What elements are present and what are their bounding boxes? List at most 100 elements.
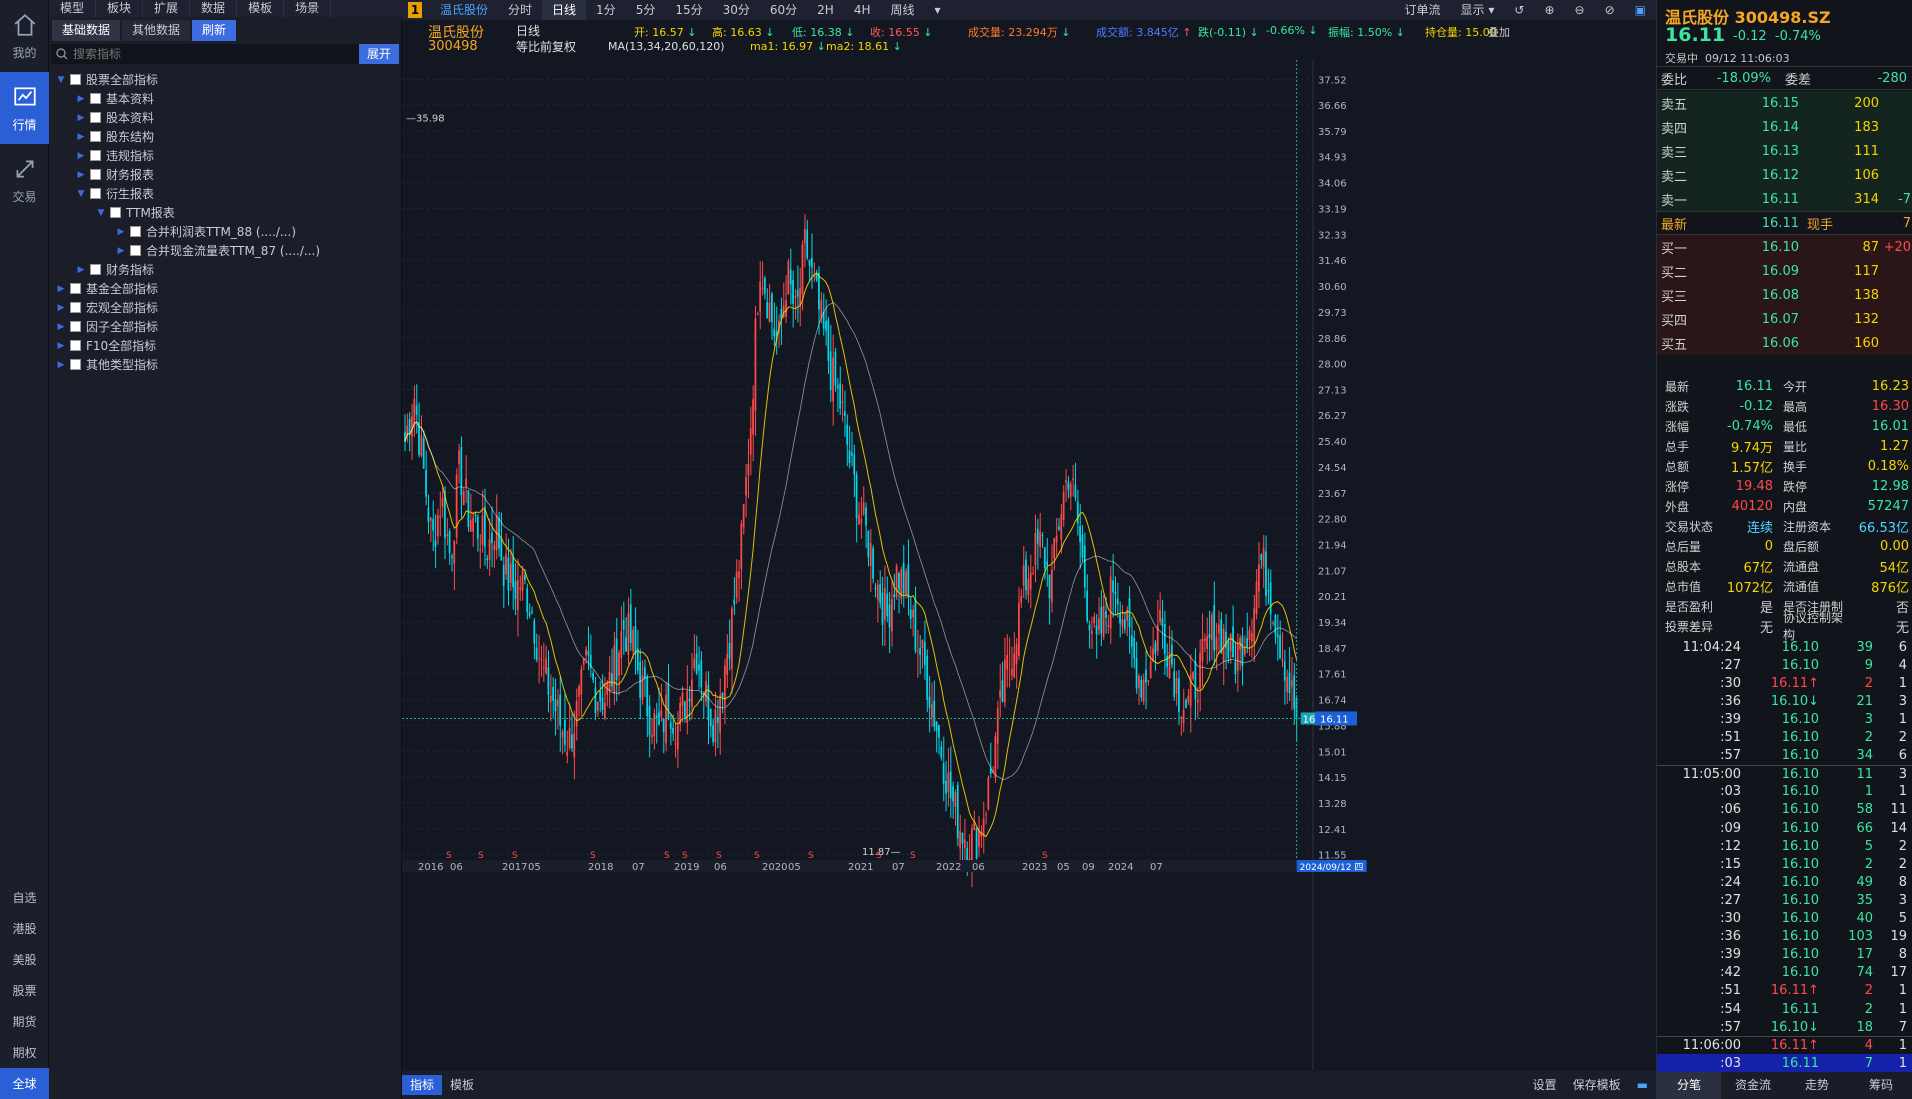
menu-item-4[interactable]: 模板	[237, 0, 285, 17]
caret-right-icon[interactable]: ▶	[115, 246, 127, 256]
nav-market[interactable]: 行情	[0, 72, 49, 144]
overlay-button[interactable]: 叠加	[1488, 24, 1510, 40]
candlestick-chart[interactable]: 37.52 36.66 35.79 34.93 34.06 33.19 32.33 31.46…	[402, 60, 1656, 1070]
tree-checkbox[interactable]	[70, 302, 81, 313]
period-7[interactable]: 2H	[807, 0, 844, 20]
tree-checkbox[interactable]	[130, 226, 141, 237]
tree-node[interactable]: ▼ 股票全部指标	[49, 70, 401, 89]
caret-right-icon[interactable]: ▶	[55, 303, 67, 313]
zoom-out-icon[interactable]: ⊖	[1565, 0, 1595, 20]
tree-node[interactable]: ▼ 衍生报表	[49, 184, 401, 203]
menu-item-1[interactable]: 板块	[96, 0, 144, 17]
period-3[interactable]: 5分	[626, 0, 666, 20]
layout-icon[interactable]: ▣	[1625, 0, 1656, 20]
period-2[interactable]: 1分	[586, 0, 626, 20]
menu-item-3[interactable]: 数据	[190, 0, 238, 17]
reset-icon[interactable]: ⊘	[1595, 0, 1625, 20]
tree-node[interactable]: ▶ 财务报表	[49, 165, 401, 184]
zoom-in-icon[interactable]: ⊕	[1534, 0, 1564, 20]
tree-node[interactable]: ▶ 财务指标	[49, 260, 401, 279]
period-1[interactable]: 日线	[542, 0, 587, 20]
period-4[interactable]: 15分	[665, 0, 712, 20]
tree-checkbox[interactable]	[130, 245, 141, 256]
tree-checkbox[interactable]	[70, 74, 81, 85]
settings-button[interactable]: 设置	[1525, 1075, 1565, 1095]
tree-checkbox[interactable]	[90, 93, 101, 104]
caret-right-icon[interactable]: ▶	[75, 265, 87, 275]
tab-indicator[interactable]: 指标	[402, 1075, 443, 1095]
period-8[interactable]: 4H	[844, 0, 881, 20]
caret-right-icon[interactable]: ▶	[75, 132, 87, 142]
caret-down-icon[interactable]: ▼	[55, 75, 67, 85]
period-0[interactable]: 分时	[498, 0, 542, 20]
market-1[interactable]: 港股	[0, 913, 49, 944]
tree-checkbox[interactable]	[70, 321, 81, 332]
tree-checkbox[interactable]	[90, 150, 101, 161]
caret-right-icon[interactable]: ▶	[75, 170, 87, 180]
toolbar-stock[interactable]: 温氏股份	[430, 0, 498, 20]
tree-node[interactable]: ▶ F10全部指标	[49, 336, 401, 355]
tree-checkbox[interactable]	[110, 207, 121, 218]
quote-tab-0[interactable]: 分笔	[1657, 1072, 1721, 1099]
expand-button[interactable]: 展开	[358, 44, 399, 64]
market-4[interactable]: 期货	[0, 1006, 49, 1037]
tree-checkbox[interactable]	[90, 264, 101, 275]
menu-item-5[interactable]: 场景	[284, 0, 332, 17]
tree-checkbox[interactable]	[90, 169, 101, 180]
period-6[interactable]: 60分	[760, 0, 807, 20]
tree-node[interactable]: ▶ 基本资料	[49, 89, 401, 108]
tree-node[interactable]: ▶ 宏观全部指标	[49, 298, 401, 317]
tab-template[interactable]: 模板	[442, 1075, 482, 1095]
caret-right-icon[interactable]: ▶	[115, 227, 127, 237]
tree-node[interactable]: ▼ TTM报表	[49, 203, 401, 222]
undo-icon[interactable]: ↺	[1504, 0, 1534, 20]
quote-tab-1[interactable]: 资金流	[1721, 1072, 1785, 1099]
caret-right-icon[interactable]: ▶	[55, 341, 67, 351]
tab-basic-data[interactable]: 基础数据	[52, 20, 121, 41]
caret-down-icon[interactable]: ▼	[75, 189, 87, 199]
caret-right-icon[interactable]: ▶	[55, 360, 67, 370]
tree-checkbox[interactable]	[90, 188, 101, 199]
tree-node[interactable]: ▶ 违规指标	[49, 146, 401, 165]
candle-body	[1232, 626, 1234, 658]
market-6[interactable]: 全球	[0, 1068, 49, 1099]
tab-other-data[interactable]: 其他数据	[122, 20, 191, 41]
period-dropdown[interactable]: ▾	[925, 0, 951, 20]
caret-right-icon[interactable]: ▶	[75, 94, 87, 104]
quote-tab-3[interactable]: 筹码	[1849, 1072, 1912, 1099]
period-9[interactable]: 周线	[881, 0, 925, 20]
tree-checkbox[interactable]	[90, 131, 101, 142]
tree-node[interactable]: ▶ 基金全部指标	[49, 279, 401, 298]
caret-right-icon[interactable]: ▶	[55, 284, 67, 294]
market-0[interactable]: 自选	[0, 882, 49, 913]
search-input[interactable]	[69, 47, 359, 61]
caret-down-icon[interactable]: ▼	[95, 208, 107, 218]
nav-trade[interactable]: 交易	[0, 144, 49, 216]
panel-toggle-icon[interactable]: ▬	[1629, 1075, 1656, 1095]
order-flow-button[interactable]: 订单流	[1395, 0, 1451, 20]
period-5[interactable]: 30分	[713, 0, 760, 20]
market-5[interactable]: 期权	[0, 1037, 49, 1068]
tree-node[interactable]: ▶ 其他类型指标	[49, 355, 401, 374]
tree-checkbox[interactable]	[90, 112, 101, 123]
market-3[interactable]: 股票	[0, 975, 49, 1006]
tree-checkbox[interactable]	[70, 283, 81, 294]
market-2[interactable]: 美股	[0, 944, 49, 975]
save-template-button[interactable]: 保存模板	[1565, 1075, 1629, 1095]
caret-right-icon[interactable]: ▶	[55, 322, 67, 332]
tree-node[interactable]: ▶ 股东结构	[49, 127, 401, 146]
display-button[interactable]: 显示 ▾	[1451, 0, 1505, 20]
caret-right-icon[interactable]: ▶	[75, 151, 87, 161]
tree-node[interactable]: ▶ 合并利润表TTM_88 (..../...)	[49, 222, 401, 241]
tree-checkbox[interactable]	[70, 340, 81, 351]
caret-right-icon[interactable]: ▶	[75, 113, 87, 123]
tree-node[interactable]: ▶ 因子全部指标	[49, 317, 401, 336]
refresh-button[interactable]: 刷新	[192, 20, 237, 41]
tree-node[interactable]: ▶ 合并现金流量表TTM_87 (..../...)	[49, 241, 401, 260]
menu-item-0[interactable]: 模型	[49, 0, 97, 17]
tree-node[interactable]: ▶ 股本资料	[49, 108, 401, 127]
nav-home[interactable]: 我的	[0, 0, 49, 72]
quote-tab-2[interactable]: 走势	[1785, 1072, 1849, 1099]
tree-checkbox[interactable]	[70, 359, 81, 370]
menu-item-2[interactable]: 扩展	[143, 0, 191, 17]
